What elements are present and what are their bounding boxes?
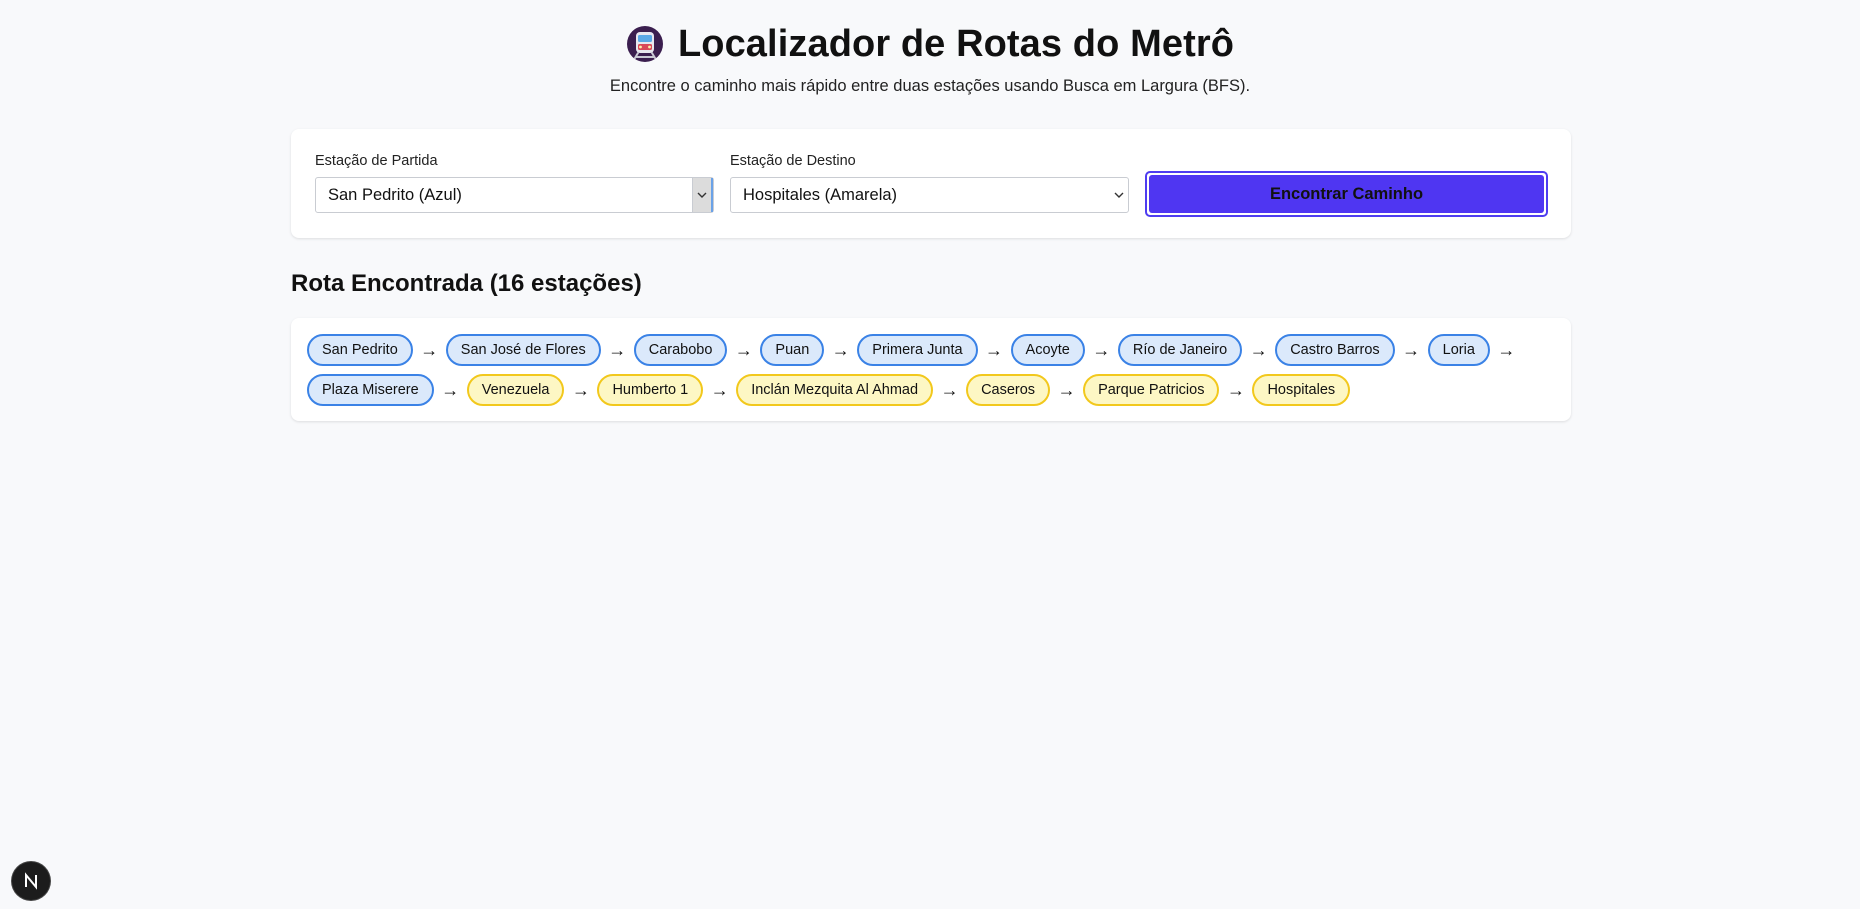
route-arrow: → [1057,380,1076,400]
route-form: Estação de Partida San Pedrito (Azul) Es… [291,129,1571,238]
route-arrow: → [1226,380,1245,400]
route-arrow: → [710,380,729,400]
route-arrow: → [734,340,753,360]
origin-select[interactable]: San Pedrito (Azul) [315,177,714,213]
route-station: Humberto 1 [597,374,704,406]
origin-value: San Pedrito (Azul) [328,185,462,204]
metro-train-icon [626,25,664,63]
chevron-down-icon [692,178,713,212]
route-arrow: → [1402,340,1421,360]
find-route-button-focus-ring: Encontrar Caminho [1145,171,1548,217]
page-subtitle: Encontre o caminho mais rápido entre dua… [609,77,1251,95]
route-arrow: → [608,340,627,360]
route-station: Carabobo [633,334,728,366]
route-arrow: → [1092,340,1111,360]
route-station: Loria [1427,334,1490,366]
route-arrow: → [441,380,460,400]
route-arrow: → [1497,340,1516,360]
route-station: Venezuela [466,374,565,406]
route-arrow: → [985,340,1004,360]
destination-select[interactable]: Hospitales (Amarela) [730,177,1129,213]
route-list: San Pedrito → San José de Flores → Carabobo →… [307,334,1555,406]
route-station: Puan [760,334,825,366]
destination-field: Estação de Destino Hospitales (Amarela) [730,153,1129,238]
route-station: Castro Barros [1275,334,1395,366]
route-station: Acoyte [1010,334,1085,366]
title-row: Localizador de Rotas do Metrô [0,22,1860,66]
destination-value: Hospitales (Amarela) [743,185,898,204]
route-station: Hospitales [1252,374,1351,406]
origin-field: Estação de Partida San Pedrito (Azul) [315,153,714,238]
nextjs-n-icon[interactable] [12,862,50,900]
page-header: Localizador de Rotas do Metrô Encontre o… [0,0,1860,96]
route-arrow: → [1249,340,1268,360]
chevron-down-icon [1110,178,1128,212]
result-heading: Rota Encontrada (16 estações) [291,270,642,297]
find-route-button[interactable]: Encontrar Caminho [1149,175,1544,213]
page: Localizador de Rotas do Metrô Encontre o… [0,0,1860,909]
route-arrow: → [831,340,850,360]
route-station: Caseros [966,374,1051,406]
route-arrow: → [571,380,590,400]
route-result: San Pedrito → San José de Flores → Carabobo →… [291,318,1571,421]
route-station: Parque Patricios [1083,374,1220,406]
route-station: San José de Flores [445,334,601,366]
origin-label: Estação de Partida [315,153,438,169]
route-station: Río de Janeiro [1117,334,1243,366]
route-arrow: → [940,380,959,400]
route-station: Plaza Miserere [307,374,434,406]
route-arrow: → [420,340,439,360]
route-station: Inclán Mezquita Al Ahmad [736,374,934,406]
page-title: Localizador de Rotas do Metrô [677,22,1235,65]
route-station: Primera Junta [857,334,978,366]
route-station: San Pedrito [307,334,413,366]
destination-label: Estação de Destino [730,153,856,169]
